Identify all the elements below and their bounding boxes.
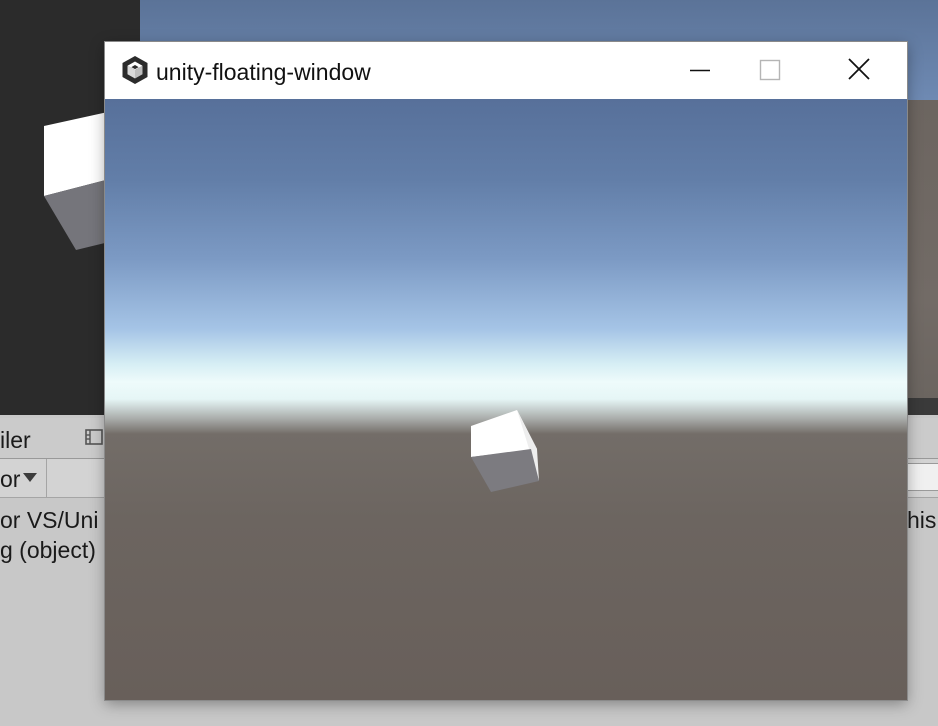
game-view-scene[interactable] bbox=[105, 99, 907, 700]
floating-window[interactable]: unity-floating-window bbox=[105, 42, 907, 700]
close-button[interactable] bbox=[813, 42, 903, 99]
console-log-line[interactable]: or VS/Uni bbox=[0, 507, 98, 534]
film-clip-icon[interactable] bbox=[84, 427, 104, 447]
close-icon bbox=[848, 58, 870, 80]
minimize-icon bbox=[690, 69, 710, 72]
maximize-button[interactable] bbox=[720, 42, 810, 99]
maximize-icon bbox=[759, 59, 781, 81]
editor-dropdown-label: or bbox=[0, 466, 21, 492]
editor-console-search-input[interactable] bbox=[905, 463, 938, 491]
console-log-line-fragment: his bbox=[907, 507, 937, 533]
scene-cube bbox=[471, 410, 539, 492]
console-log-line[interactable]: g (object) bbox=[0, 537, 96, 564]
chevron-down-icon bbox=[23, 473, 37, 482]
window-titlebar[interactable]: unity-floating-window bbox=[105, 42, 907, 99]
unity-logo-icon bbox=[122, 56, 148, 84]
editor-tab-profiler[interactable]: iler bbox=[0, 427, 31, 454]
window-title: unity-floating-window bbox=[156, 59, 371, 85]
minimize-button[interactable] bbox=[630, 42, 720, 99]
